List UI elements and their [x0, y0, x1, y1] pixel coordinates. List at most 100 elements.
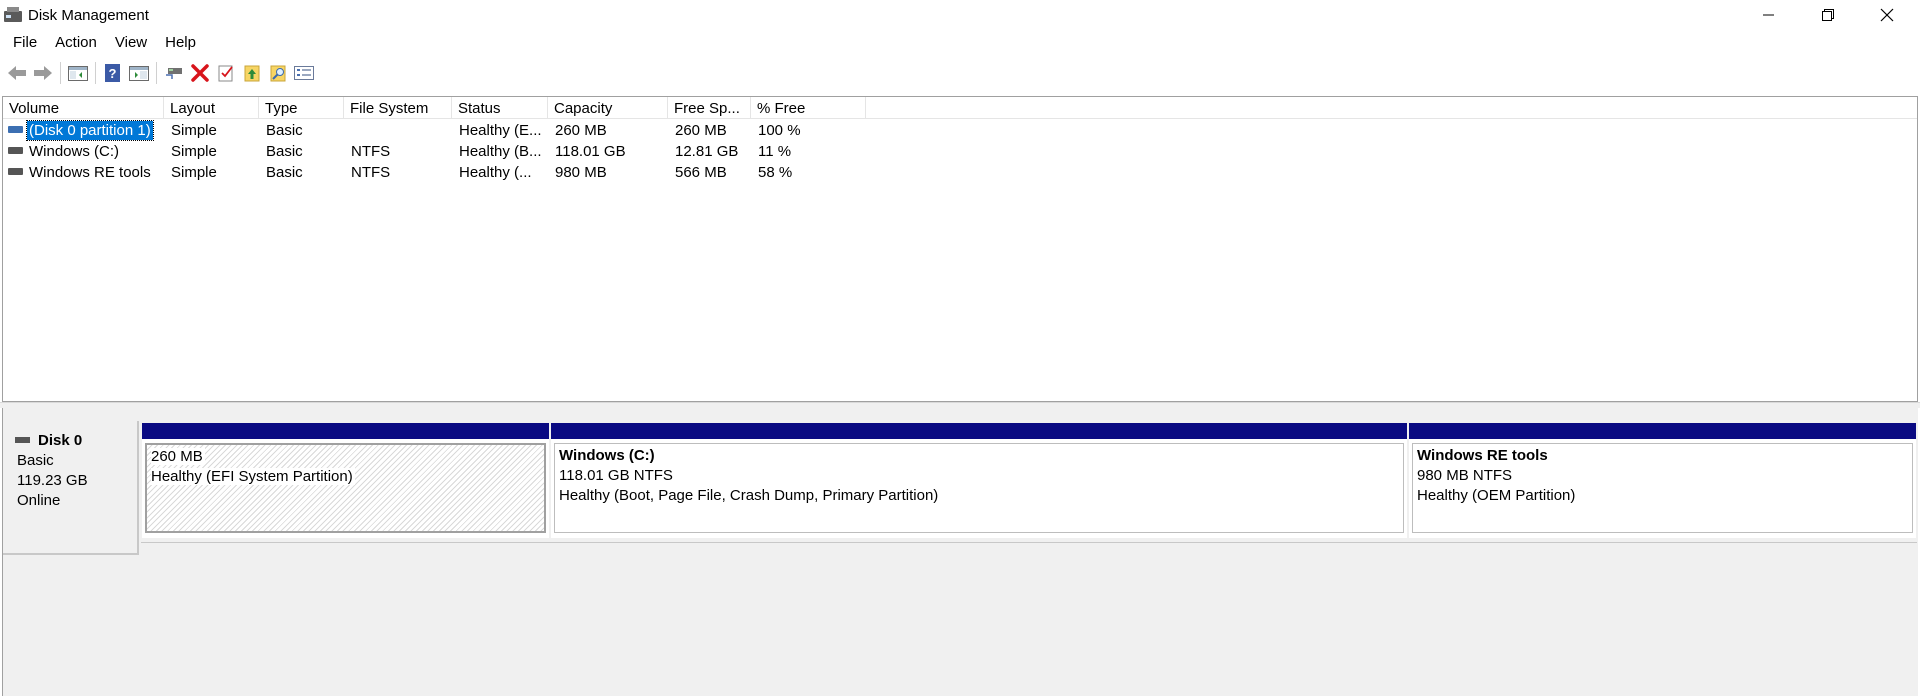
disk-row-divider: [141, 542, 1917, 543]
column-header-file-system[interactable]: File System: [344, 97, 452, 119]
back-button[interactable]: [4, 60, 30, 86]
volume-list[interactable]: Volume Layout Type File System Status Ca…: [2, 96, 1918, 402]
menu-bar: File Action View Help: [0, 30, 1920, 56]
volume-icon: [8, 168, 23, 175]
disk-icon: [15, 437, 30, 443]
svg-text:?: ?: [109, 66, 117, 81]
status-cell: Healthy (E...: [459, 122, 542, 139]
column-header-layout[interactable]: Layout: [164, 97, 259, 119]
folder-up-icon: [244, 65, 260, 82]
partition-bar: [551, 423, 1407, 439]
column-header-capacity[interactable]: Capacity: [548, 97, 668, 119]
file-system-cell: [344, 120, 351, 141]
check-icon: [218, 65, 233, 82]
close-icon: [1880, 8, 1894, 22]
type-cell: Basic: [266, 122, 303, 139]
volume-name: Windows RE tools: [29, 164, 151, 181]
disk-management-app-icon: [4, 7, 22, 23]
minimize-button[interactable]: [1740, 0, 1798, 30]
volume-icon: [8, 126, 23, 133]
partition-body: Windows RE tools 980 MB NTFS Healthy (OE…: [1412, 443, 1913, 533]
disk-name: Disk 0: [38, 431, 83, 449]
delete-button[interactable]: [187, 60, 213, 86]
partition-windows-c[interactable]: Windows (C:) 118.01 GB NTFS Healthy (Boo…: [551, 423, 1407, 538]
status-cell: Healthy (...: [459, 164, 532, 181]
partition-status: Healthy (OEM Partition): [1417, 487, 1576, 504]
partition-bar: [142, 423, 549, 439]
partition-efi[interactable]: 260 MB Healthy (EFI System Partition): [142, 423, 549, 538]
free-space-cell: 12.81 GB: [675, 143, 739, 160]
menu-file[interactable]: File: [4, 30, 46, 56]
check-button[interactable]: [213, 60, 239, 86]
folder-search-icon: [270, 65, 286, 82]
toolbar-separator: [95, 62, 96, 84]
properties-icon: [129, 66, 149, 81]
partition-size: 118.01 GB NTFS: [559, 467, 673, 484]
partition-status: Healthy (Boot, Page File, Crash Dump, Pr…: [559, 487, 939, 504]
free-space-cell: 566 MB: [675, 164, 727, 181]
file-system-cell: NTFS: [351, 143, 391, 160]
toolbar: ?: [0, 58, 1920, 88]
forward-icon: [34, 66, 52, 80]
percent-free-cell: 100 %: [758, 122, 801, 139]
partition-name: Windows (C:): [559, 447, 655, 464]
column-header-free-space[interactable]: Free Sp...: [668, 97, 751, 119]
partition-size: 980 MB NTFS: [1417, 467, 1513, 484]
capacity-cell: 980 MB: [555, 164, 607, 181]
restore-icon: [1821, 8, 1834, 21]
disk-graphical-view: Disk 0 Basic 119.23 GB Online 260 MB Hea…: [2, 408, 1918, 696]
disk-info-panel[interactable]: Disk 0 Basic 119.23 GB Online: [3, 421, 139, 555]
close-button[interactable]: [1858, 0, 1916, 30]
title-bar: Disk Management: [0, 0, 1920, 30]
column-header-percent-free[interactable]: % Free: [751, 97, 866, 119]
forward-button[interactable]: [30, 60, 56, 86]
back-icon: [8, 66, 26, 80]
partition-status: Healthy (EFI System Partition): [151, 468, 355, 485]
partition-bar: [1409, 423, 1916, 439]
volume-name: (Disk 0 partition 1): [26, 120, 154, 141]
file-system-cell: NTFS: [351, 164, 391, 181]
folder-search-button[interactable]: [265, 60, 291, 86]
menu-action[interactable]: Action: [46, 30, 106, 56]
status-cell: Healthy (B...: [459, 143, 542, 160]
delete-icon: [191, 64, 209, 82]
help-icon: ?: [105, 64, 120, 82]
table-row[interactable]: Windows RE tools Simple Basic NTFS Healt…: [3, 162, 1917, 183]
partition-windows-re-tools[interactable]: Windows RE tools 980 MB NTFS Healthy (OE…: [1409, 423, 1916, 538]
volume-icon: [8, 147, 23, 154]
disk-type: Basic: [17, 452, 54, 469]
layout-cell: Simple: [171, 122, 217, 139]
partition-size: 260 MB: [151, 448, 205, 465]
menu-help[interactable]: Help: [156, 30, 205, 56]
column-header-status[interactable]: Status: [452, 97, 548, 119]
layout-cell: Simple: [171, 143, 217, 160]
help-button[interactable]: ?: [100, 60, 126, 86]
connect-disk-icon: [166, 68, 182, 79]
disk-size: 119.23 GB: [17, 472, 88, 489]
column-header-type[interactable]: Type: [259, 97, 344, 119]
list-icon: [294, 66, 314, 80]
table-row[interactable]: Windows (C:) Simple Basic NTFS Healthy (…: [3, 141, 1917, 162]
folder-up-button[interactable]: [239, 60, 265, 86]
disk-state: Online: [17, 492, 61, 509]
minimize-icon: [1763, 14, 1774, 16]
list-button[interactable]: [291, 60, 317, 86]
layout-cell: Simple: [171, 164, 217, 181]
capacity-cell: 260 MB: [555, 122, 607, 139]
properties-view-button[interactable]: [126, 60, 152, 86]
type-cell: Basic: [266, 164, 303, 181]
restore-button[interactable]: [1799, 0, 1857, 30]
toolbar-separator: [156, 62, 157, 84]
free-space-cell: 260 MB: [675, 122, 727, 139]
show-hide-console-tree-icon: [68, 66, 88, 81]
list-header: Volume Layout Type File System Status Ca…: [3, 97, 1917, 119]
table-row[interactable]: (Disk 0 partition 1) Simple Basic Health…: [3, 120, 1917, 141]
capacity-cell: 118.01 GB: [555, 143, 626, 160]
percent-free-cell: 58 %: [758, 164, 793, 181]
menu-view[interactable]: View: [106, 30, 156, 56]
connect-disk-button[interactable]: [161, 60, 187, 86]
column-header-volume[interactable]: Volume: [3, 97, 164, 119]
show-hide-console-tree-button[interactable]: [65, 60, 91, 86]
partition-body: Windows (C:) 118.01 GB NTFS Healthy (Boo…: [554, 443, 1404, 533]
volume-name: Windows (C:): [29, 143, 120, 160]
